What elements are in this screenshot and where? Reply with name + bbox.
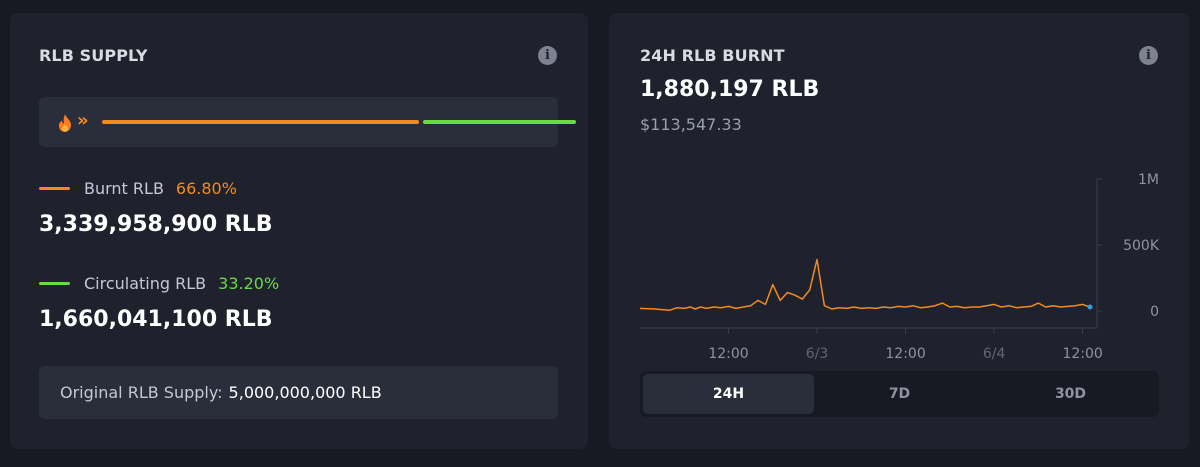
circulating-legend: Circulating RLB 33.20% [39,274,279,293]
x-tick-label: 12:00 [708,346,748,362]
y-tick-label: 0 [1150,304,1159,320]
tab-24h[interactable]: 24H [643,374,814,414]
burnt-label: Burnt RLB [84,179,164,198]
tab-30d[interactable]: 30D [985,374,1156,414]
circulating-legend-line [39,282,70,285]
burnt-legend: Burnt RLB 66.80% [39,179,237,198]
x-tick-label: 6/3 [806,346,829,362]
panel-title: 24H RLB BURNT [640,46,785,65]
timeframe-tabs: 24H 7D 30D [640,371,1159,417]
burnt-progress-bar [102,120,419,124]
circulating-percent: 33.20% [218,274,280,293]
circulating-label: Circulating RLB [84,274,207,293]
burnt-24h-usd: $113,547.33 [640,115,742,134]
x-tick-label: 6/4 [983,346,1006,362]
rlb-supply-panel: RLB SUPPLY i » Burnt RLB 66.80% 3,339,95… [10,13,588,449]
y-tick-label: 500K [1123,238,1160,254]
tab-7d[interactable]: 7D [814,374,985,414]
burnt-legend-line [39,187,70,190]
original-supply-label: Original RLB Supply: [60,383,223,402]
supply-bar: » [39,97,576,147]
x-tick-label: 12:00 [885,346,925,362]
info-icon[interactable]: i [538,46,557,65]
burnt-percent: 66.80% [175,179,237,198]
circulating-value: 1,660,041,100 RLB [39,307,273,332]
fire-icon [59,114,71,132]
burn-line-chart: 1M 500K 0 12:00 6/3 12:00 6/4 12:00 [639,172,1160,362]
original-supply-box: Original RLB Supply: 5,000,000,000 RLB [39,366,558,419]
info-icon[interactable]: i [1139,46,1158,65]
series-line [639,258,1091,312]
y-tick-label: 1M [1138,172,1159,188]
rlb-burnt-panel: 24H RLB BURNT i 1,880,197 RLB $113,547.3… [609,13,1189,449]
double-chevron-right-icon: » [77,110,89,131]
x-tick-label: 12:00 [1062,346,1102,362]
original-supply-value: 5,000,000,000 RLB [228,383,382,402]
panel-title: RLB SUPPLY [39,46,148,65]
circulating-progress-bar [423,120,576,124]
burnt-value: 3,339,958,900 RLB [39,212,273,237]
series-end-point [1087,304,1093,310]
burnt-24h-value: 1,880,197 RLB [640,77,820,102]
